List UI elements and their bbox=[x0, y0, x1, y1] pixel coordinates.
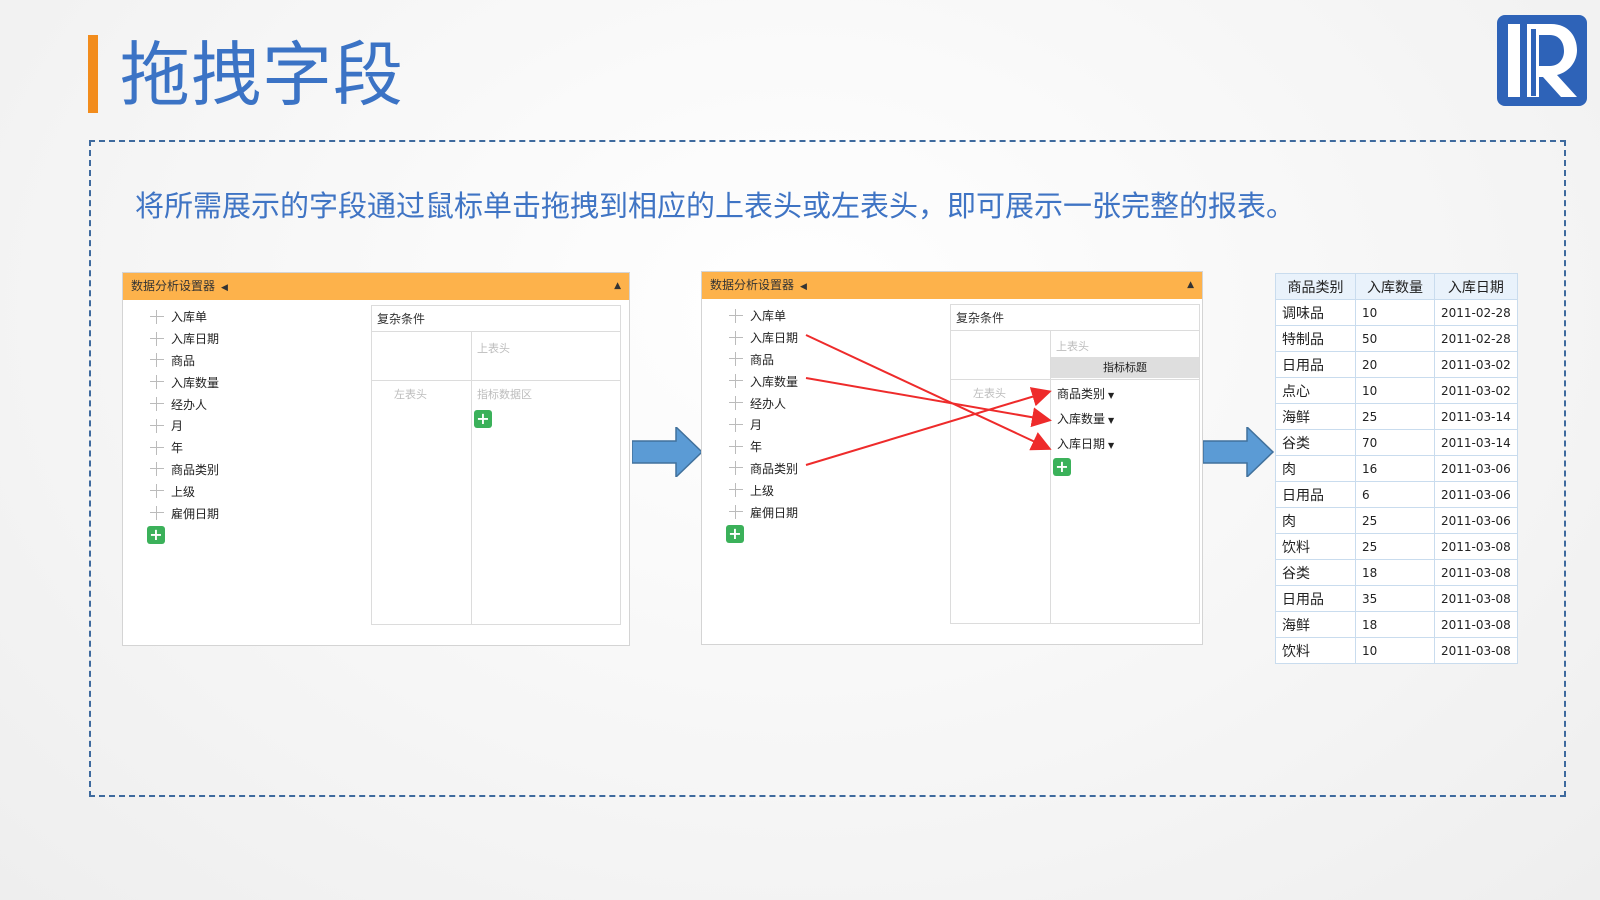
table-row: 海鲜 18 2011-03-08 bbox=[1275, 611, 1518, 638]
column-header: 入库数量 bbox=[1355, 273, 1435, 300]
column-header: 入库日期 bbox=[1434, 273, 1518, 300]
table-row: 谷类 18 2011-03-08 bbox=[1275, 559, 1518, 586]
drag-arrow-1 bbox=[805, 334, 1052, 451]
arrow-right-icon bbox=[1203, 427, 1275, 477]
table-row: 饮料 10 2011-03-08 bbox=[1275, 637, 1518, 664]
table-row: 肉 25 2011-03-06 bbox=[1275, 507, 1518, 534]
table-row: 日用品 35 2011-03-08 bbox=[1275, 585, 1518, 612]
table-row: 肉 16 2011-03-06 bbox=[1275, 455, 1518, 482]
table-row: 调味品 10 2011-02-28 bbox=[1275, 299, 1518, 326]
result-report-table: 商品类别 入库数量 入库日期 调味品 10 2011-02-28 特制品 50 2011… bbox=[1275, 273, 1518, 664]
column-header: 商品类别 bbox=[1275, 273, 1356, 300]
table-row: 谷类 70 2011-03-14 bbox=[1275, 429, 1518, 456]
drag-arrow-2 bbox=[805, 377, 1052, 428]
table-row: 海鲜 25 2011-03-14 bbox=[1275, 403, 1518, 430]
table-row: 饮料 25 2011-03-08 bbox=[1275, 533, 1518, 560]
table-row: 日用品 6 2011-03-06 bbox=[1275, 481, 1518, 508]
table-row: 日用品 20 2011-03-02 bbox=[1275, 351, 1518, 378]
table-row: 点心 10 2011-03-02 bbox=[1275, 377, 1518, 404]
table-row: 特制品 50 2011-02-28 bbox=[1275, 325, 1518, 352]
drag-arrow-3 bbox=[805, 387, 1052, 466]
